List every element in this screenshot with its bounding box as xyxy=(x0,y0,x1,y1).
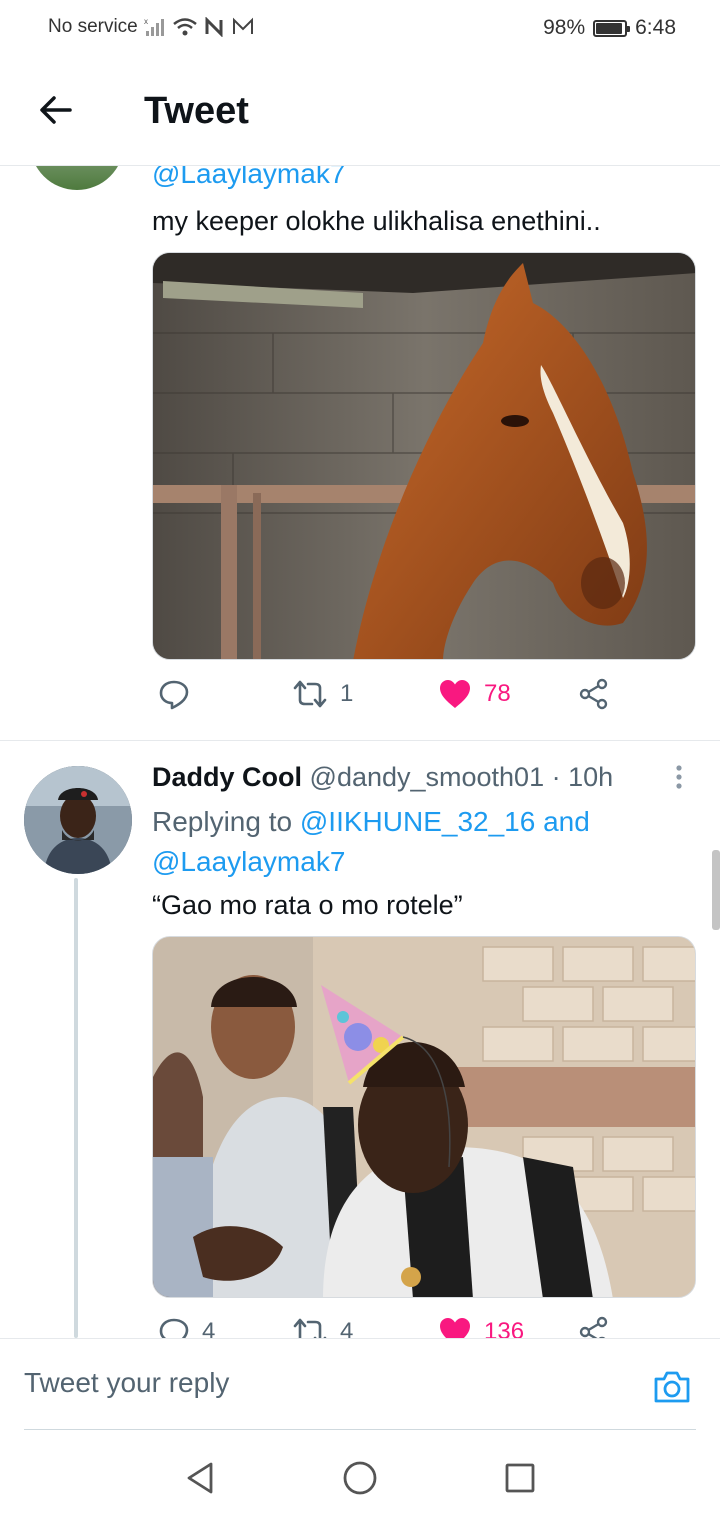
clock: 6:48 xyxy=(635,16,676,39)
camera-icon xyxy=(654,1371,690,1403)
share-icon xyxy=(579,678,608,710)
comment-icon xyxy=(159,680,189,710)
wifi-icon xyxy=(172,18,197,36)
page-title: Tweet xyxy=(144,90,249,132)
svg-text:x: x xyxy=(144,17,148,26)
battery-icon xyxy=(593,19,631,37)
reply-bar: Tweet your reply xyxy=(0,1338,720,1430)
tweet-thread[interactable]: @Laaylaymak7 my keeper olokhe ulikhalisa… xyxy=(0,166,720,1338)
nav-home-button[interactable] xyxy=(342,1460,378,1496)
tweet-time: · 10h xyxy=(551,762,614,792)
horse-image xyxy=(153,253,695,659)
tweet-actions: 4 4 136 xyxy=(152,1316,622,1338)
replying-link-1[interactable]: @IIKHUNE_32_16 xyxy=(300,806,535,837)
avatar[interactable] xyxy=(24,766,132,874)
reply-count: 4 xyxy=(202,1318,216,1338)
tweet-image[interactable] xyxy=(152,252,696,660)
author-handle[interactable]: @dandy_smooth01 xyxy=(310,762,545,792)
retweet-count: 1 xyxy=(340,680,354,707)
heart-filled-icon xyxy=(440,1318,470,1338)
avatar[interactable] xyxy=(30,166,124,190)
tweet-actions: 1 78 xyxy=(152,678,622,722)
nfc-icon xyxy=(205,17,223,37)
battery-percent: 98% xyxy=(543,16,586,39)
heart-filled-icon xyxy=(440,680,470,708)
arrow-left-icon xyxy=(40,96,72,124)
share-action[interactable] xyxy=(578,678,610,710)
signal-icon: x xyxy=(144,17,164,36)
share-icon xyxy=(579,1316,608,1338)
retweet-icon xyxy=(293,680,327,708)
author-name[interactable]: Daddy Cool xyxy=(152,762,302,792)
replying-to: Replying to @IIKHUNE_32_16 and @Laaylaym… xyxy=(152,802,590,882)
divider xyxy=(0,740,720,741)
nav-back-button[interactable] xyxy=(182,1460,218,1496)
system-nav-bar xyxy=(0,1430,720,1520)
like-action[interactable]: 136 xyxy=(438,1316,524,1338)
retweet-icon xyxy=(293,1318,327,1338)
tweet-text: “Gao mo rata o mo rotele” xyxy=(152,890,463,920)
replying-link-2[interactable]: @Laaylaymak7 xyxy=(152,846,345,877)
retweet-count: 4 xyxy=(340,1318,354,1338)
mail-icon xyxy=(232,17,253,34)
retweet-action[interactable]: 1 xyxy=(292,678,353,710)
square-recents-icon xyxy=(505,1463,535,1493)
status-left: No service x xyxy=(48,16,254,38)
camera-button[interactable] xyxy=(652,1367,692,1407)
reply-action[interactable]: 4 xyxy=(158,1316,215,1338)
tweet-image[interactable] xyxy=(152,936,696,1298)
like-count: 78 xyxy=(484,680,511,707)
more-vertical-icon xyxy=(676,765,682,789)
share-action[interactable] xyxy=(578,1316,610,1338)
carrier-text: No service xyxy=(48,16,138,37)
retweet-action[interactable]: 4 xyxy=(292,1316,353,1338)
status-bar: No service x 98% 6:48 xyxy=(0,0,720,56)
party-hat-image xyxy=(153,937,695,1297)
triangle-back-icon xyxy=(187,1462,213,1494)
replying-and: and xyxy=(543,806,590,837)
avatar-image xyxy=(24,766,132,874)
status-right: 98% 6:48 xyxy=(543,16,676,40)
tweet-text: my keeper olokhe ulikhalisa enethini.. xyxy=(152,206,601,236)
scrollbar-thumb[interactable] xyxy=(712,850,720,930)
thread-line xyxy=(74,878,78,1338)
replying-handle[interactable]: @Laaylaymak7 xyxy=(152,166,345,190)
header: Tweet xyxy=(0,56,720,166)
reply-action[interactable] xyxy=(158,678,202,710)
more-options-button[interactable] xyxy=(664,762,694,794)
like-action[interactable]: 78 xyxy=(438,678,511,710)
comment-icon xyxy=(159,1318,189,1338)
reply-input[interactable]: Tweet your reply xyxy=(24,1367,229,1399)
back-button[interactable] xyxy=(32,86,80,134)
circle-home-icon xyxy=(343,1461,377,1495)
nav-recents-button[interactable] xyxy=(502,1460,538,1496)
tweet-author[interactable]: Daddy Cool @dandy_smooth01 · 10h xyxy=(152,762,613,793)
replying-prefix: Replying to xyxy=(152,806,293,837)
like-count: 136 xyxy=(484,1318,525,1338)
